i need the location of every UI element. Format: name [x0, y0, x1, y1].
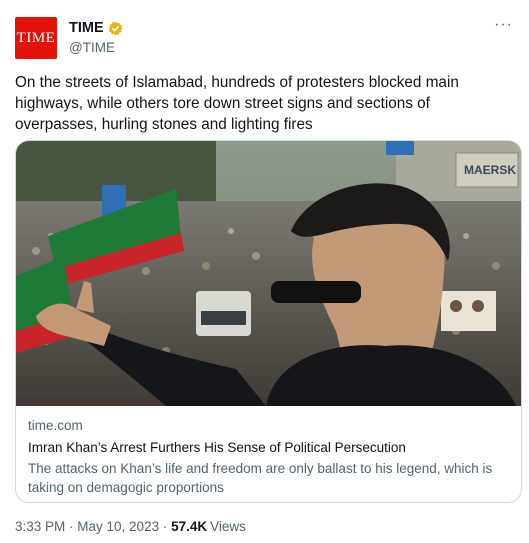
views-count: 57.4K	[171, 519, 208, 534]
link-card[interactable]: MAERSK time.com Imran Khan’s Arrest Furt…	[15, 140, 522, 503]
tweet-footer: 3:33 PM · May 10, 2023 · 57.4K Views	[15, 519, 246, 534]
separator: ·	[159, 519, 172, 534]
avatar-logo-text: TIME	[16, 29, 56, 46]
tweet-text: On the streets of Islamabad, hundreds of…	[15, 74, 459, 133]
tweet-date[interactable]: May 10, 2023	[77, 519, 159, 534]
protest-photo: MAERSK	[16, 141, 521, 406]
more-options-icon[interactable]: ···	[494, 16, 513, 34]
views-label: Views	[210, 519, 246, 534]
name-row: TIME	[69, 20, 123, 36]
display-name[interactable]: TIME	[69, 20, 104, 36]
card-description: The attacks on Khan’s life and freedom a…	[28, 461, 493, 495]
verified-badge-icon	[108, 21, 122, 35]
avatar[interactable]: TIME	[15, 17, 57, 59]
card-image[interactable]: MAERSK	[16, 141, 521, 406]
card-meta: time.com Imran Khan’s Arrest Furthers Hi…	[28, 416, 513, 497]
maersk-sign-text: MAERSK	[464, 163, 516, 177]
card-title[interactable]: Imran Khan’s Arrest Furthers His Sense o…	[28, 438, 513, 458]
card-domain: time.com	[28, 418, 83, 433]
separator: ·	[65, 519, 78, 534]
tweet-time[interactable]: 3:33 PM	[15, 519, 65, 534]
tweet: TIME TIME @TIME ··· On the streets of Is…	[0, 0, 529, 543]
handle[interactable]: @TIME	[69, 40, 115, 55]
